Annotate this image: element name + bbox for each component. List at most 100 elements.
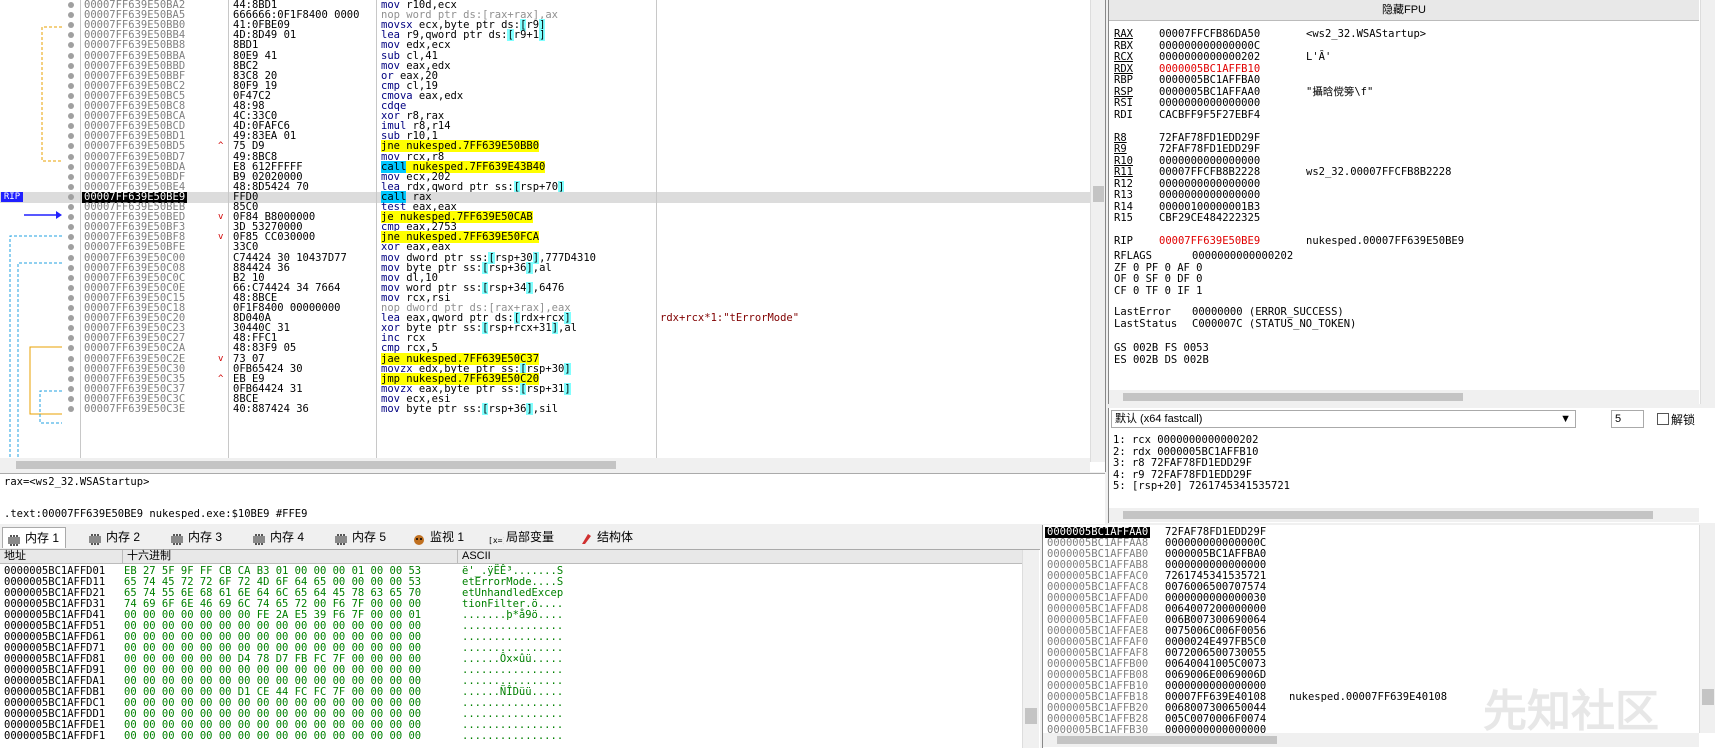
register-row[interactable]: R8 72FAF78FD1EDD29F [1109, 132, 1699, 144]
argument-row[interactable]: 5: [rsp+20] 7261745341535721 [1113, 480, 1290, 492]
register-value[interactable]: 0000005BC1AFFB10 [1159, 63, 1260, 75]
unlock-checkbox[interactable] [1657, 413, 1669, 425]
args-horizontal-scrollbar[interactable] [1109, 508, 1699, 522]
watermark-logo: 先知社区 [1483, 687, 1659, 736]
tab-memory-4[interactable]: 内存 4 [248, 527, 310, 547]
register-row[interactable]: RAX 00007FFCFB86DA50 <ws2_32.WSAStartup> [1109, 28, 1699, 40]
register-comment: L'Ȃ' [1306, 51, 1332, 63]
instruction-row[interactable]: 00007FF639E50C3E 40:887424 36 mov byte ptr… [0, 403, 1090, 415]
disassembly-view[interactable]: 00007FF639E50BA2 44:8BD1 mov r10d,ecx 00007… [0, 0, 1106, 472]
register-value[interactable]: 00000100000001B3 [1159, 201, 1260, 213]
register-row[interactable]: RBP 0000005BC1AFFBA0 [1109, 74, 1699, 86]
dump-header-address[interactable]: 地址 [0, 550, 123, 564]
register-row[interactable]: RDI CACBFF9F5F27EBF4 [1109, 109, 1699, 121]
register-value[interactable]: 000000000000000C [1159, 40, 1260, 52]
laststatus-value: C000007C (STATUS_NO_TOKEN) [1192, 318, 1357, 330]
registers-horizontal-scrollbar[interactable] [1109, 390, 1699, 404]
register-name: RBP [1114, 74, 1133, 86]
register-value[interactable]: 0000000000000000 [1159, 189, 1260, 201]
calling-convention-value: 默认 (x64 fastcall) [1115, 413, 1203, 425]
svg-text:[x=]: [x=] [488, 536, 504, 545]
registers-panel[interactable]: 隐藏FPU RAX 00007FFCFB86DA50 <ws2_32.WSAStar… [1108, 0, 1715, 404]
register-row[interactable]: R11 00007FFCFB8B2228 ws2_32.00007FFCFB8B22… [1109, 166, 1699, 178]
tab-label: 内存 1 [25, 531, 60, 545]
calling-convention-select[interactable]: 默认 (x64 fastcall) ▼ [1111, 410, 1576, 428]
dump-header-hex[interactable]: 十六进制 [123, 550, 458, 564]
register-row[interactable]: RIP 00007FF639E50BE9 nukesped.00007FF639E5… [1109, 235, 1699, 247]
register-value[interactable]: 0000000000000000 [1159, 97, 1260, 109]
stack-view[interactable]: 0000005BC1AFFAA0 72FAF78FD1EDD29F 0000005B… [1042, 525, 1715, 748]
stack-horizontal-scrollbar[interactable] [1043, 733, 1699, 747]
argument-row[interactable]: 1: rcx 0000000000000202 [1113, 434, 1258, 446]
register-name: RDI [1114, 108, 1133, 121]
memory-icon [170, 531, 184, 545]
tab-memory-2[interactable]: 内存 2 [84, 527, 146, 547]
stack-comment: nukesped.00007FF639E40108 [1289, 691, 1448, 703]
tab-memory-3[interactable]: 内存 3 [166, 527, 228, 547]
register-row[interactable]: RSI 0000000000000000 [1109, 97, 1699, 109]
register-row[interactable]: RDX 0000005BC1AFFB10 [1109, 63, 1699, 75]
register-value[interactable]: 00007FF639E50BE9 [1159, 235, 1260, 247]
register-value[interactable]: 00007FFCFB8B2228 [1159, 166, 1260, 178]
disasm-vertical-scrollbar[interactable] [1090, 0, 1105, 462]
stack-vertical-scrollbar[interactable] [1699, 525, 1715, 733]
register-value[interactable]: 00007FFCFB86DA50 [1159, 28, 1260, 40]
watch-icon [412, 531, 426, 545]
struct-icon [579, 531, 593, 544]
instruction-bytes: 40:887424 36 [233, 403, 309, 415]
memory-dump-view[interactable]: 地址 十六进制 ASCII 0000005BC1AFFD01 EB 27 5F 9… [0, 550, 1040, 748]
dump-ascii[interactable]: ................ [462, 731, 563, 742]
registers-vertical-scrollbar[interactable] [1700, 0, 1715, 404]
register-row[interactable]: R15 CBF29CE484222325 [1109, 212, 1699, 224]
chevron-down-icon: ▼ [1560, 413, 1571, 425]
tab-memory-5[interactable]: 内存 5 [330, 527, 392, 547]
arg-count-value: 5 [1615, 413, 1622, 425]
register-value[interactable]: 72FAF78FD1EDD29F [1159, 143, 1260, 155]
tab-locals-7[interactable]: [x=]局部变量 [484, 527, 560, 547]
register-row[interactable]: R13 0000000000000000 [1109, 189, 1699, 201]
register-name: RSI [1114, 97, 1133, 109]
arg-count-stepper[interactable]: 5 [1611, 410, 1644, 428]
register-row[interactable]: RSP 0000005BC1AFFAA0 "攝晗傥篣\f" [1109, 86, 1699, 98]
tab-watch-6[interactable]: 监视 1 [408, 527, 470, 547]
tab-memory-1[interactable]: 内存 1 [2, 527, 67, 548]
register-value[interactable]: CACBFF9F5F27EBF4 [1159, 109, 1260, 121]
instruction-address: 00007FF639E50C3E [84, 403, 186, 415]
dump-address[interactable]: 0000005BC1AFFDF1 [4, 731, 105, 742]
hide-fpu-button[interactable]: 隐藏FPU [1109, 0, 1699, 21]
register-value[interactable]: 0000000000000000 [1159, 155, 1260, 167]
register-comment: ws2_32.00007FFCFB8B2228 [1306, 166, 1452, 178]
dump-hex-bytes[interactable]: 00 00 00 00 00 00 00 00 00 00 00 00 00 0… [124, 731, 421, 742]
register-row[interactable]: R10 0000000000000000 [1109, 155, 1699, 167]
register-value[interactable]: CBF29CE484222325 [1159, 212, 1260, 224]
register-value[interactable]: 0000005BC1AFFBA0 [1159, 74, 1260, 86]
register-name: RDX [1114, 62, 1133, 75]
register-value[interactable]: 0000005BC1AFFAA0 [1159, 86, 1260, 98]
argument-row[interactable]: 3: r8 72FAF78FD1EDD29F [1113, 457, 1252, 469]
memory-icon [252, 531, 266, 545]
arguments-panel[interactable]: 默认 (x64 fastcall) ▼ 5 解锁 1: rcx 00000000… [1108, 408, 1715, 523]
tab-label: 内存 4 [270, 530, 305, 544]
laststatus-label: LastStatus [1114, 318, 1178, 330]
tab-struct-8[interactable]: 结构体 [575, 527, 639, 547]
register-name: RBX [1114, 39, 1133, 52]
register-row[interactable]: R12 0000000000000000 [1109, 178, 1699, 190]
register-value[interactable]: 0000000000000202 [1159, 51, 1260, 63]
flags-row: ZF 0 PF 0 AF 0 [1114, 261, 1203, 274]
argument-row[interactable]: 4: r9 72FAF78FD1EDD29F [1113, 469, 1252, 481]
register-value[interactable]: 72FAF78FD1EDD29F [1159, 132, 1260, 144]
register-row[interactable]: R9 72FAF78FD1EDD29F [1109, 143, 1699, 155]
dump-vertical-scrollbar[interactable] [1022, 550, 1039, 748]
dump-header-ascii[interactable]: ASCII [458, 550, 1027, 564]
register-row[interactable]: RCX 0000000000000202 L'Ȃ' [1109, 51, 1699, 63]
register-row[interactable] [1109, 224, 1699, 236]
register-value[interactable]: 0000000000000000 [1159, 178, 1260, 190]
memory-icon [334, 531, 348, 545]
tab-label: 内存 3 [188, 530, 223, 544]
unlock-label: 解锁 [1671, 413, 1696, 427]
disasm-horizontal-scrollbar[interactable] [0, 458, 1090, 472]
register-row[interactable] [1109, 120, 1699, 132]
argument-row[interactable]: 2: rdx 0000005BC1AFFB10 [1113, 446, 1258, 458]
register-row[interactable]: R14 00000100000001B3 [1109, 201, 1699, 213]
register-row[interactable]: RBX 000000000000000C [1109, 40, 1699, 52]
